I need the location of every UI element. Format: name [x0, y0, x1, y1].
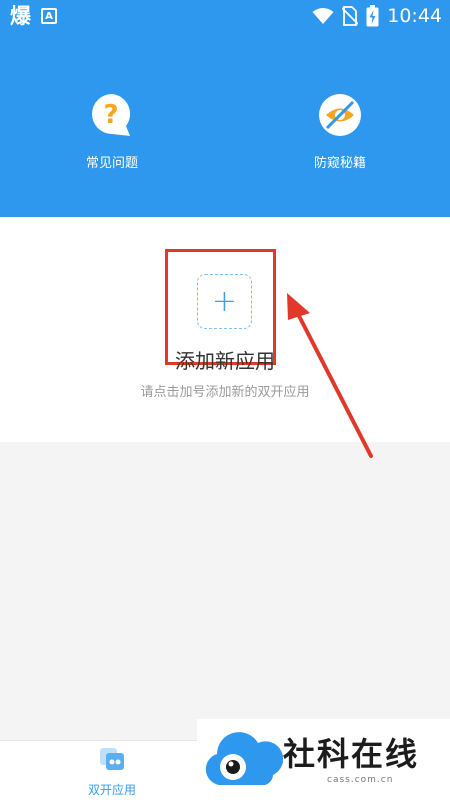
add-app-button[interactable]: + — [197, 274, 252, 329]
eye-slash-icon — [319, 94, 361, 136]
faq-bubble-icon: ? — [92, 94, 131, 136]
watermark-brand: 社科在线 — [283, 735, 420, 773]
add-app-panel: + 添加新应用 请点击加号添加新的双开应用 — [0, 217, 450, 442]
faq-button[interactable]: ? 常见问题 — [47, 92, 177, 171]
add-app-subtitle: 请点击加号添加新的双开应用 — [140, 385, 310, 400]
status-bar: 爆 A 10:44 — [0, 0, 450, 32]
wifi-icon — [312, 8, 334, 24]
anti-peek-button[interactable]: 防窥秘籍 — [275, 92, 405, 171]
status-system: 10:44 — [312, 3, 442, 29]
anti-peek-label: 防窥秘籍 — [313, 156, 366, 171]
app-notification-icon: 爆 — [10, 4, 31, 28]
status-notifications: 爆 A — [10, 4, 57, 28]
svg-text:?: ? — [103, 100, 118, 130]
faq-label: 常见问题 — [85, 156, 138, 171]
add-app-title: 添加新应用 — [175, 349, 275, 373]
no-sim-icon — [342, 6, 359, 26]
watermark-url: cass.com.cn — [327, 775, 394, 785]
plus-icon: + — [211, 283, 238, 319]
accessibility-notification-icon: A — [41, 8, 57, 24]
dual-apps-icon — [100, 748, 124, 770]
tab-dual-apps[interactable]: 双开应用 — [72, 747, 152, 798]
battery-charging-icon — [366, 5, 379, 27]
tab-dual-apps-label: 双开应用 — [87, 783, 136, 797]
cloud-logo — [205, 732, 283, 785]
status-time: 10:44 — [387, 5, 442, 27]
header: 爆 A 10:44 ? 常见问题 防窥秘籍 — [0, 0, 450, 217]
watermark: 社科在线 cass.com.cn — [197, 719, 450, 800]
